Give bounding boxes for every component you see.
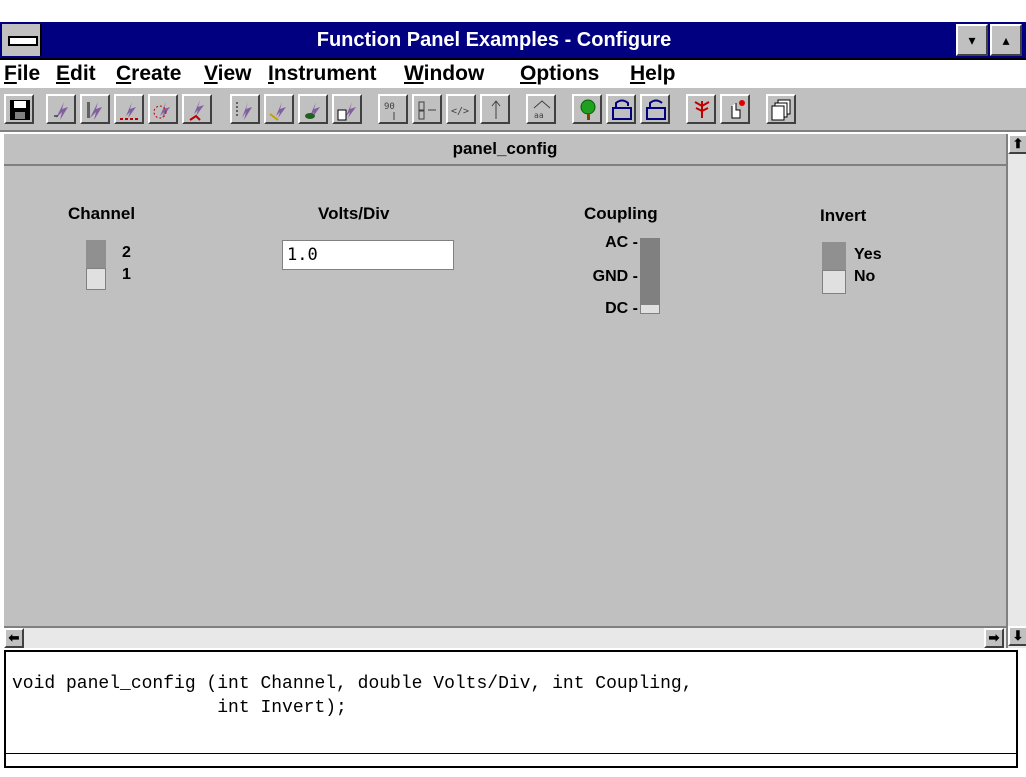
window-title: Function Panel Examples - Configure [316, 29, 672, 51]
coupling-option-dc[interactable]: DC - [582, 300, 638, 318]
panel-title: panel_config [4, 134, 1006, 166]
control-global-icon[interactable] [298, 94, 328, 124]
horizontal-scrollbar[interactable]: ⬅ ➡ [4, 626, 1006, 648]
function-panel [4, 166, 1006, 626]
invert-label: Invert [820, 206, 867, 225]
maximize-button[interactable]: ▴ [990, 24, 1022, 56]
view-attributes-icon[interactable] [480, 94, 510, 124]
view-code-icon[interactable] [412, 94, 442, 124]
scroll-right-icon[interactable]: ➡ [984, 628, 1004, 648]
view-tree-icon[interactable]: </> [446, 94, 476, 124]
menu-create[interactable]: Create [116, 62, 181, 86]
volts-div-label: Volts/Div [318, 204, 390, 223]
invert-switch-knob[interactable] [822, 270, 846, 294]
coupling-option-ac[interactable]: AC - [582, 234, 638, 252]
control-return-icon[interactable] [264, 94, 294, 124]
code-scrollbar[interactable] [6, 753, 1016, 766]
menu-instrument[interactable]: Instrument [268, 62, 377, 86]
unlock-icon[interactable] [606, 94, 636, 124]
tree-icon[interactable]: aa [526, 94, 556, 124]
coupling-slide-knob[interactable] [640, 304, 660, 314]
system-menu-button[interactable] [2, 24, 42, 56]
control-binary-icon[interactable] [148, 94, 178, 124]
control-numeric-icon[interactable] [46, 94, 76, 124]
control-input-icon[interactable] [230, 94, 260, 124]
volts-div-input[interactable]: 1.0 [282, 240, 454, 270]
menu-options[interactable]: Options [520, 62, 599, 86]
scroll-up-icon[interactable]: ⬆ [1008, 134, 1026, 154]
hand-pointer-icon[interactable] [686, 94, 716, 124]
scroll-left-icon[interactable]: ⬅ [4, 628, 24, 648]
function-prototype-area[interactable]: void panel_config (int Channel, double V… [4, 650, 1018, 768]
lock-icon[interactable] [572, 94, 602, 124]
control-ring-icon[interactable] [114, 94, 144, 124]
channel-option-2[interactable]: 2 [122, 244, 131, 262]
save-icon[interactable] [4, 94, 34, 124]
coupling-slide-track[interactable] [640, 238, 660, 314]
control-slide-icon[interactable] [80, 94, 110, 124]
svg-text:90: 90 [384, 102, 395, 112]
tree-view-icon[interactable] [640, 94, 670, 124]
minimize-button[interactable]: ▾ [956, 24, 988, 56]
vertical-scrollbar[interactable]: ⬆ ⬇ [1006, 134, 1026, 648]
control-message-icon[interactable] [332, 94, 362, 124]
prototype-line-2: int Invert); [12, 698, 347, 718]
scroll-down-icon[interactable]: ⬇ [1008, 626, 1026, 646]
channel-label: Channel [68, 204, 136, 223]
menu-file[interactable]: File [4, 62, 40, 86]
prototype-line-1: void panel_config (int Channel, double V… [12, 674, 693, 694]
coupling-option-gnd[interactable]: GND - [560, 268, 638, 286]
menu-help[interactable]: Help [630, 62, 676, 86]
channel-switch-knob[interactable] [86, 268, 106, 290]
coupling-label: Coupling [584, 204, 658, 223]
view-connections-icon[interactable]: 90 [378, 94, 408, 124]
menu-view[interactable]: View [204, 62, 252, 86]
control-indicator-icon[interactable] [182, 94, 212, 124]
menu-window[interactable]: Window [404, 62, 484, 86]
copy-pages-icon[interactable] [720, 94, 750, 124]
menu-edit[interactable]: Edit [56, 62, 96, 86]
channel-option-1[interactable]: 1 [122, 266, 131, 284]
svg-text:</>: </> [451, 106, 469, 117]
svg-text:aa: aa [534, 111, 544, 120]
invert-option-no[interactable]: No [854, 268, 875, 286]
invert-option-yes[interactable]: Yes [854, 246, 882, 264]
windows-icon[interactable] [766, 94, 796, 124]
